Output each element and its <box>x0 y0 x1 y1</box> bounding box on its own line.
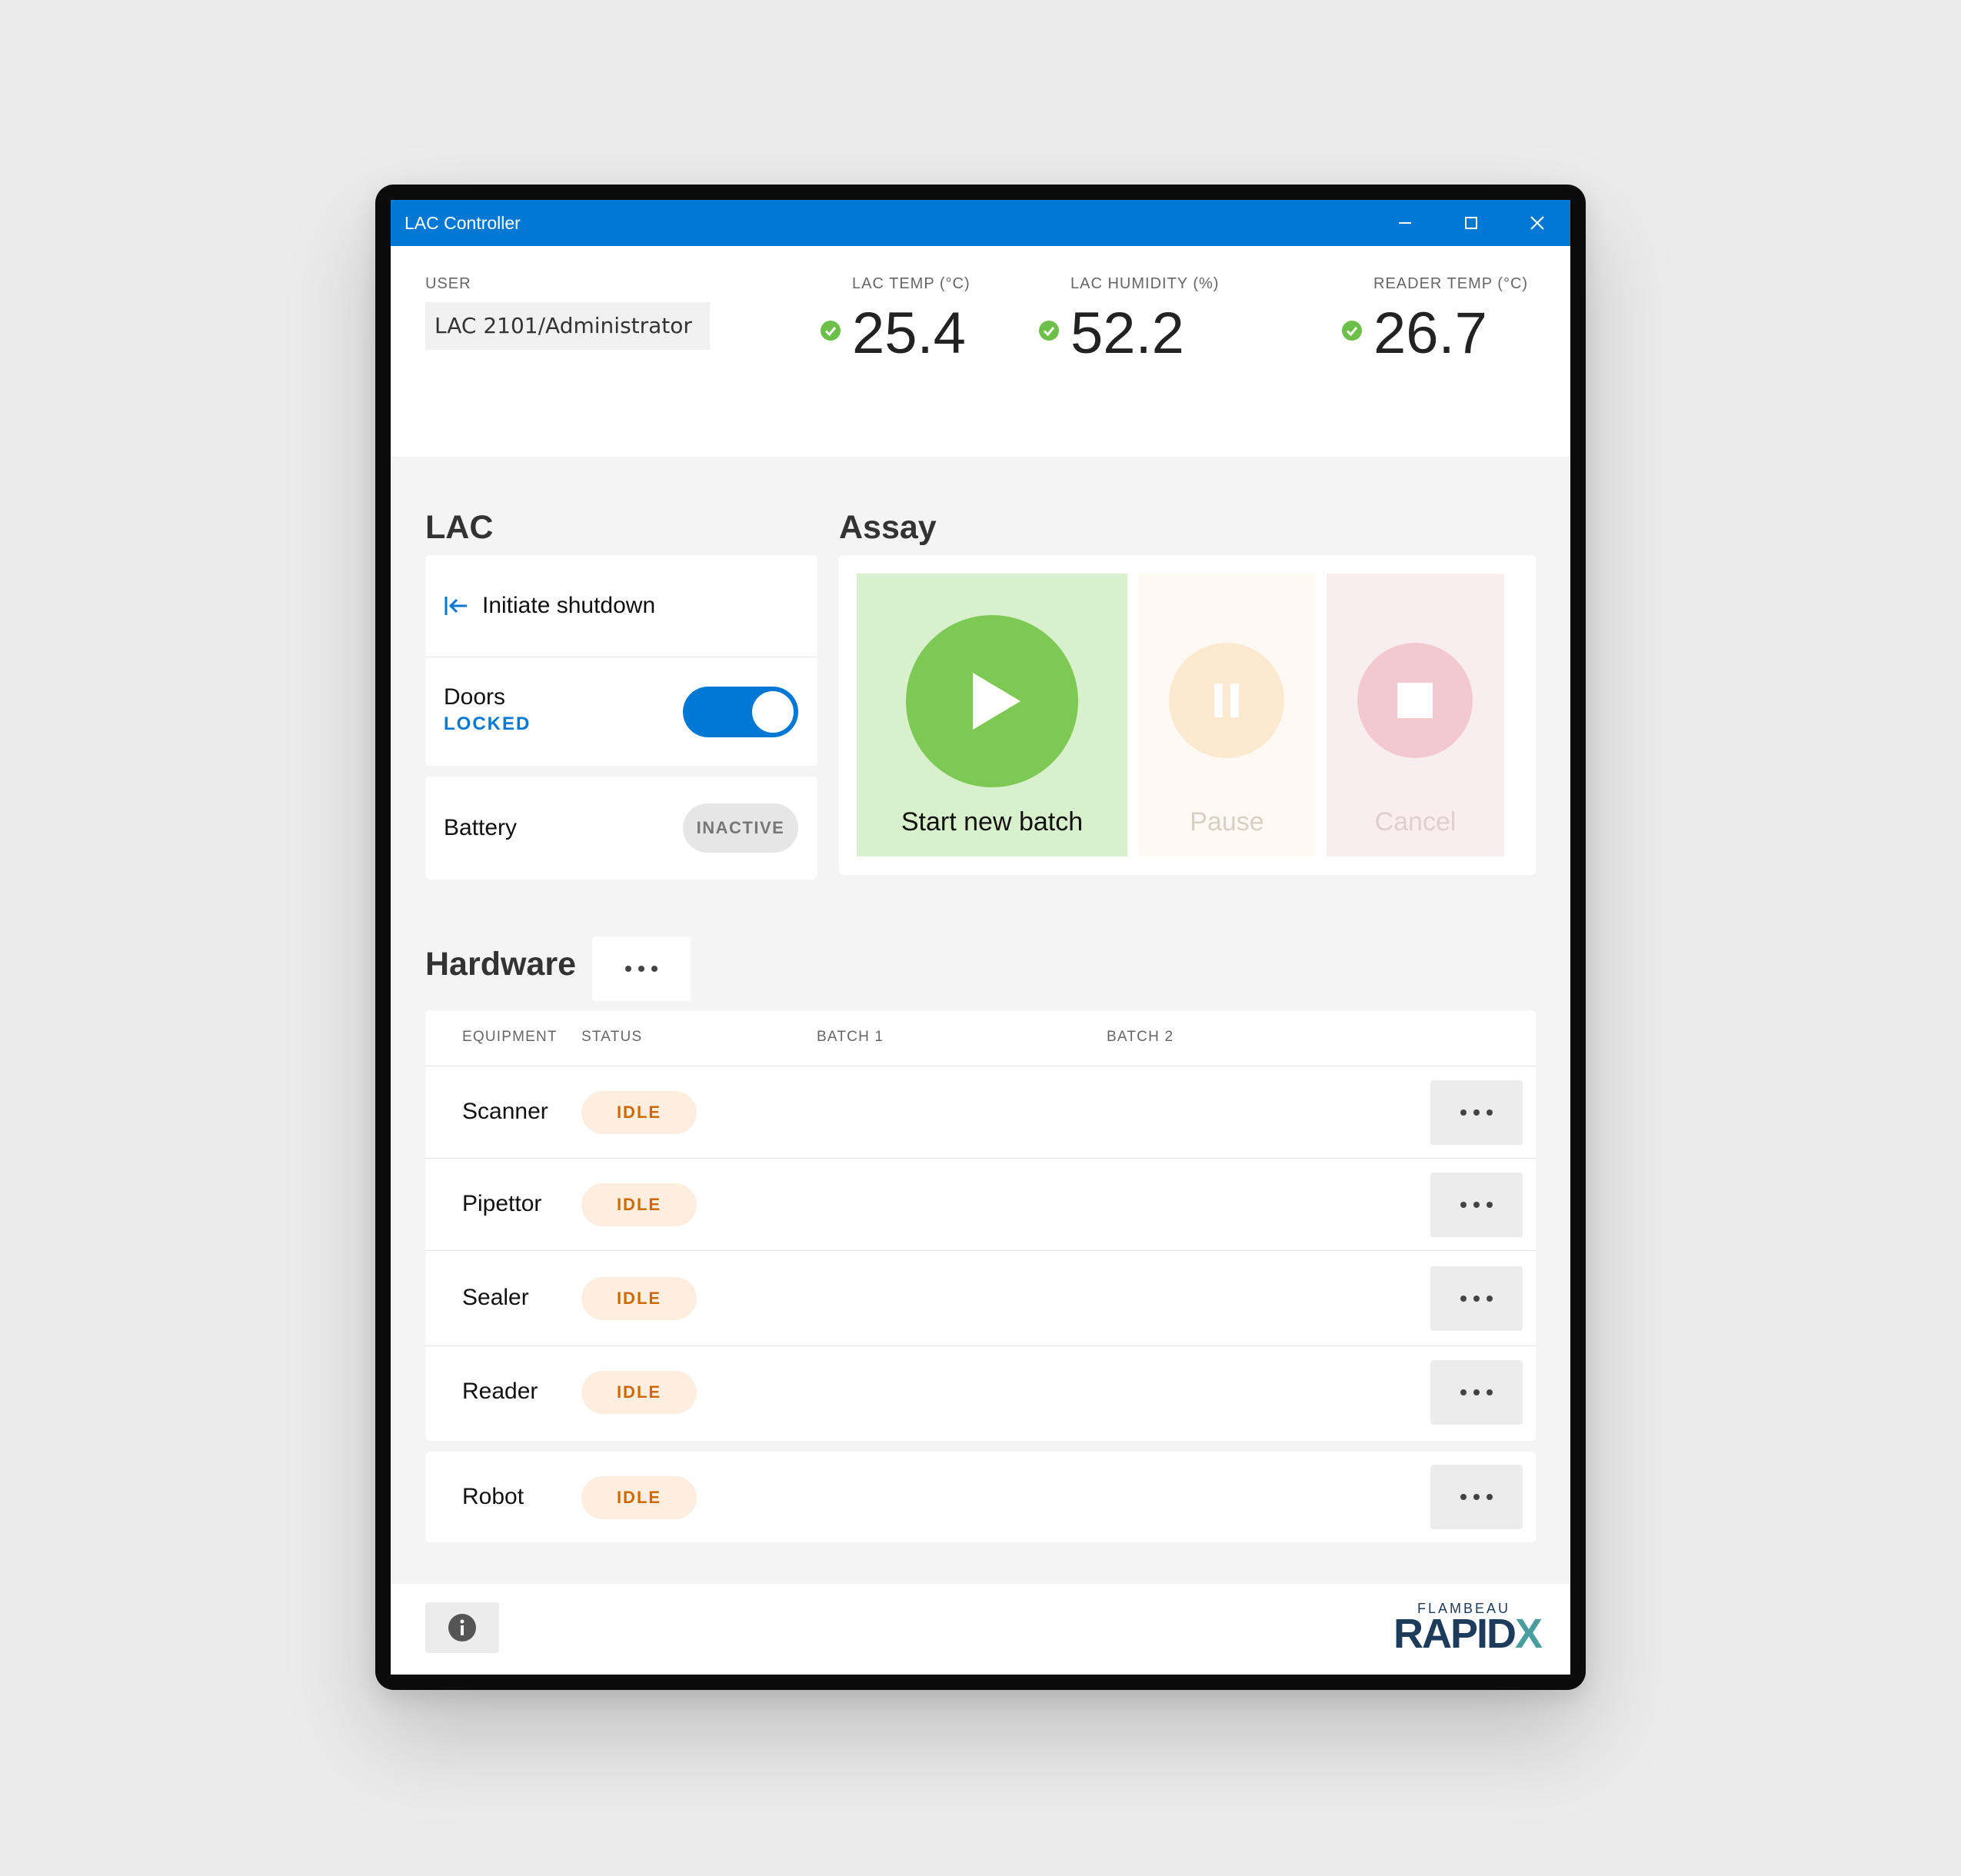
battery-label: Battery <box>444 815 518 840</box>
play-circle <box>906 615 1078 787</box>
lac-card: Initiate shutdown Doors LOCKED <box>425 555 817 766</box>
initiate-shutdown-button[interactable]: Initiate shutdown <box>425 555 817 657</box>
info-button[interactable] <box>425 1602 499 1653</box>
equipment-name: Reader <box>462 1379 538 1404</box>
hardware-more-button[interactable] <box>592 936 691 1001</box>
doors-label: Doors <box>444 684 506 710</box>
lac-temp-value: 25.4 <box>852 301 966 366</box>
arrow-left-bar-icon <box>444 597 467 615</box>
equipment-name: Sealer <box>462 1285 529 1310</box>
logo-wordmark: RAPIDX <box>1393 1611 1543 1657</box>
more-dot-icon <box>1487 1296 1493 1302</box>
more-dot-icon <box>1460 1296 1467 1302</box>
footer: FLAMBEAU RAPIDX <box>391 1584 1570 1675</box>
more-dot-icon <box>1487 1389 1493 1395</box>
hardware-section-title: Hardware <box>425 946 576 983</box>
status-badge: IDLE <box>581 1277 697 1320</box>
stop-icon <box>1397 683 1433 718</box>
start-new-batch-label: Start new batch <box>901 807 1084 837</box>
maximize-icon <box>1465 217 1477 229</box>
stop-circle <box>1357 643 1473 758</box>
close-icon <box>1530 216 1544 230</box>
table-row: Pipettor IDLE <box>425 1158 1536 1251</box>
close-button[interactable] <box>1504 200 1570 246</box>
more-dot-icon <box>1460 1109 1467 1116</box>
battery-card: Battery INACTIVE <box>425 777 817 880</box>
initiate-shutdown-label: Initiate shutdown <box>482 593 656 618</box>
lac-humidity-label: LAC HUMIDITY (%) <box>1070 275 1220 292</box>
battery-status-badge: INACTIVE <box>683 803 798 853</box>
row-more-button[interactable] <box>1430 1172 1523 1237</box>
check-circle-icon <box>1039 321 1059 341</box>
more-dot-icon <box>638 966 644 972</box>
equipment-name: Scanner <box>462 1099 548 1124</box>
column-header-batch-1: BATCH 1 <box>817 1029 884 1045</box>
pause-icon <box>1214 684 1239 717</box>
title-bar: LAC Controller <box>391 200 1570 246</box>
status-badge: IDLE <box>581 1183 697 1226</box>
window-title: LAC Controller <box>405 213 521 233</box>
status-badge: IDLE <box>581 1476 697 1519</box>
equipment-name: Robot <box>462 1484 524 1509</box>
more-dot-icon <box>1460 1494 1467 1500</box>
assay-card: Start new batch Pause Cancel <box>839 555 1536 875</box>
more-dot-icon <box>1473 1494 1480 1500</box>
row-more-button[interactable] <box>1430 1266 1523 1331</box>
doors-status: LOCKED <box>444 713 531 734</box>
more-dot-icon <box>1473 1109 1480 1116</box>
user-label: USER <box>425 275 471 292</box>
lac-humidity-value: 52.2 <box>1070 301 1184 366</box>
row-more-button[interactable] <box>1430 1080 1523 1145</box>
check-circle-icon <box>821 321 841 341</box>
column-header-equipment: EQUIPMENT <box>462 1029 558 1045</box>
device-frame: LAC Controller USER LAC 2101/Administrat… <box>375 185 1586 1690</box>
reader-temp-label: READER TEMP (°C) <box>1373 275 1529 292</box>
more-dot-icon <box>1487 1202 1493 1208</box>
minimize-icon <box>1399 222 1411 224</box>
more-dot-icon <box>1473 1202 1480 1208</box>
toggle-knob <box>752 691 794 733</box>
app-window: LAC Controller USER LAC 2101/Administrat… <box>391 200 1570 1675</box>
more-dot-icon <box>1487 1109 1493 1116</box>
user-field: LAC 2101/Administrator <box>425 302 710 350</box>
cancel-label: Cancel <box>1374 807 1457 837</box>
more-dot-icon <box>1473 1296 1480 1302</box>
table-row: Scanner IDLE <box>425 1066 1536 1159</box>
play-icon <box>973 673 1020 730</box>
assay-section-title: Assay <box>839 509 937 546</box>
start-new-batch-button[interactable]: Start new batch <box>857 574 1127 857</box>
column-header-batch-2: BATCH 2 <box>1107 1029 1174 1045</box>
table-row: Reader IDLE <box>425 1345 1536 1442</box>
info-icon <box>448 1614 476 1642</box>
doors-lock-toggle[interactable] <box>683 687 798 737</box>
pause-button[interactable]: Pause <box>1138 574 1316 857</box>
lac-section-title: LAC <box>425 509 494 546</box>
cancel-button[interactable]: Cancel <box>1327 574 1504 857</box>
flambeau-rapidx-logo: FLAMBEAU RAPIDX <box>1387 1601 1543 1657</box>
hardware-table: EQUIPMENT STATUS BATCH 1 BATCH 2 Scanner… <box>425 1010 1536 1441</box>
row-more-button[interactable] <box>1430 1360 1523 1425</box>
status-badge: IDLE <box>581 1091 697 1134</box>
more-dot-icon <box>1460 1202 1467 1208</box>
more-dot-icon <box>625 966 631 972</box>
pause-circle <box>1169 643 1284 758</box>
lac-temp-label: LAC TEMP (°C) <box>852 275 971 292</box>
equipment-name: Pipettor <box>462 1191 542 1216</box>
status-header: USER LAC 2101/Administrator LAC TEMP (°C… <box>391 246 1570 457</box>
more-dot-icon <box>1487 1494 1493 1500</box>
check-circle-icon <box>1342 321 1362 341</box>
maximize-button[interactable] <box>1438 200 1504 246</box>
row-more-button[interactable] <box>1430 1465 1523 1529</box>
more-dot-icon <box>651 966 658 972</box>
more-dot-icon <box>1460 1389 1467 1395</box>
column-header-status: STATUS <box>581 1029 643 1045</box>
minimize-button[interactable] <box>1372 200 1438 246</box>
pause-label: Pause <box>1190 807 1264 837</box>
more-dot-icon <box>1473 1389 1480 1395</box>
status-badge: IDLE <box>581 1371 697 1414</box>
table-row: Sealer IDLE <box>425 1250 1536 1346</box>
robot-row-card: Robot IDLE <box>425 1452 1536 1542</box>
reader-temp-value: 26.7 <box>1373 301 1487 366</box>
